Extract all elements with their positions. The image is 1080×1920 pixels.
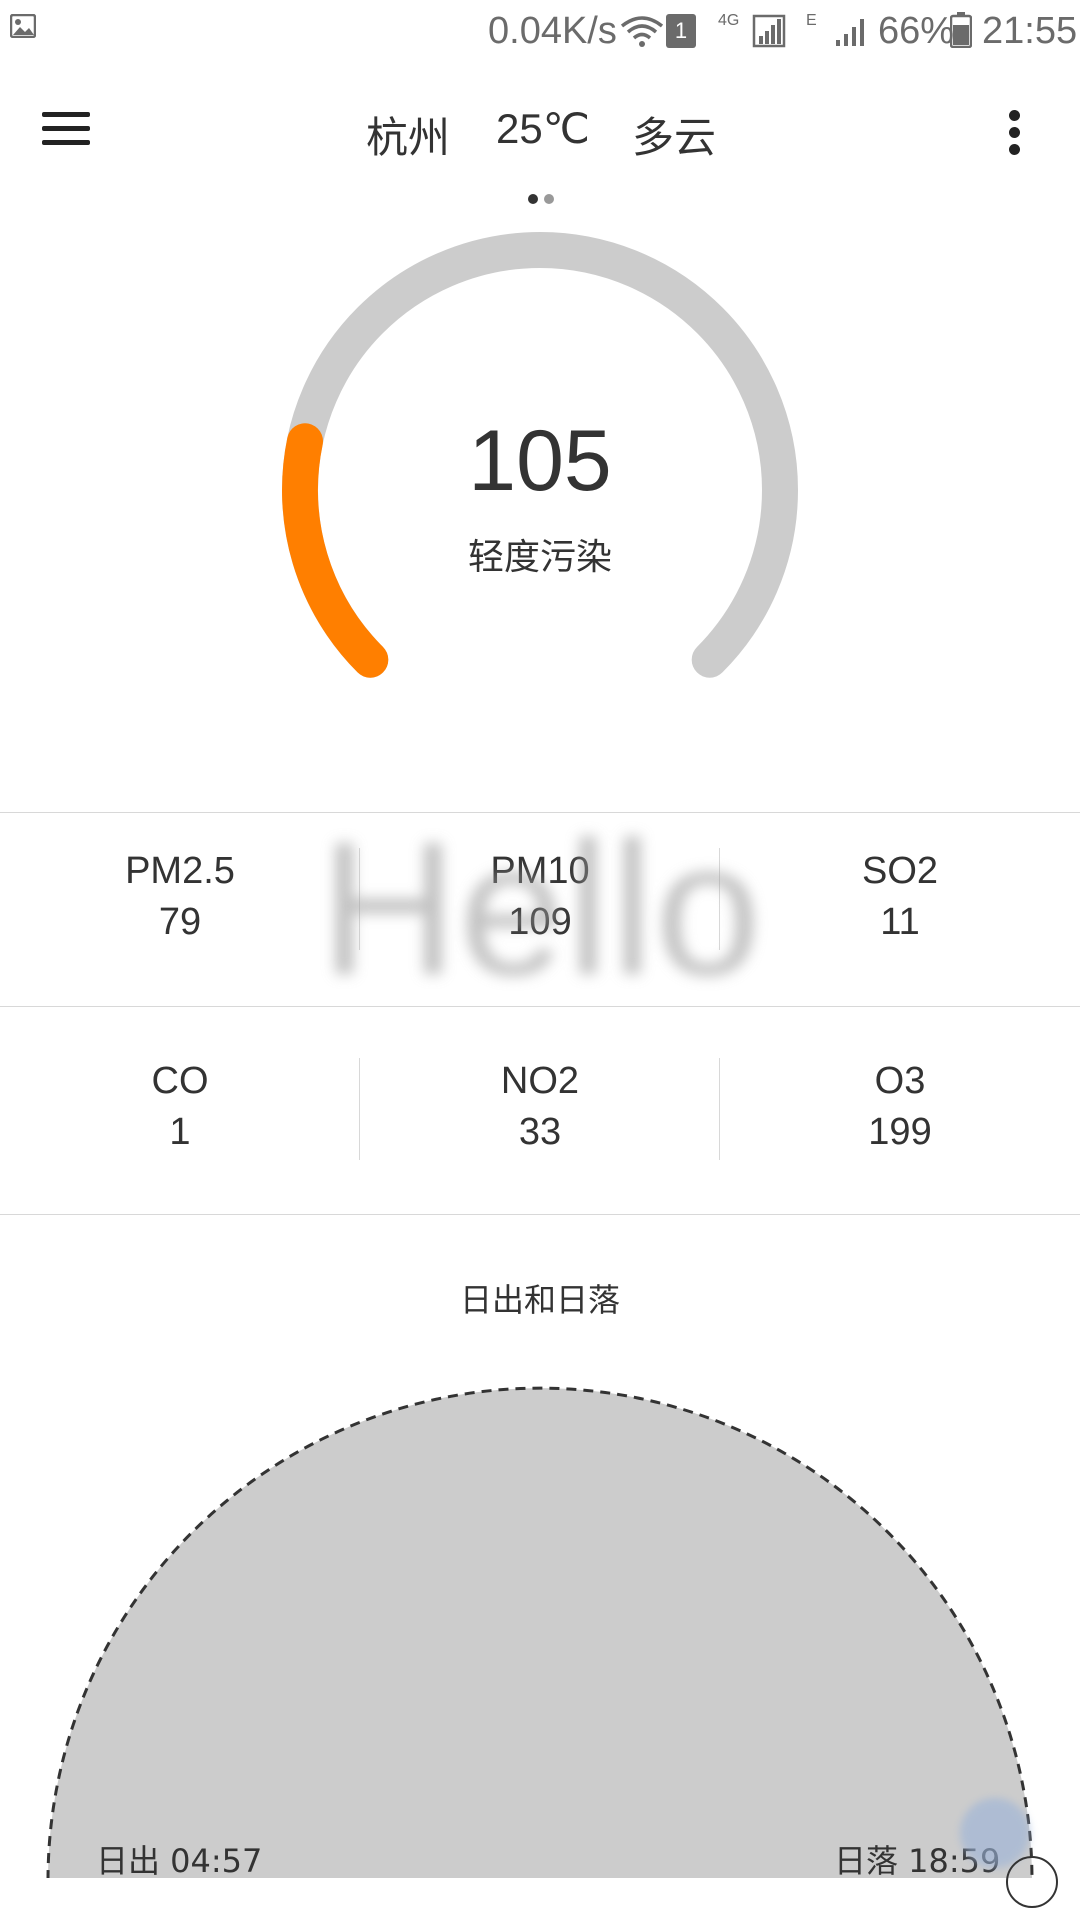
pollutant-name: NO2 <box>500 1060 580 1102</box>
pollutant-cell-so2: SO2 11 <box>720 850 1080 944</box>
bottom-strip <box>0 1878 1080 1920</box>
pollutant-cell-no2: NO2 33 <box>360 1060 720 1154</box>
info-icon[interactable] <box>1006 1856 1058 1908</box>
sunrise-label: 日出 04:57 <box>96 1842 263 1880</box>
pollutant-name: O3 <box>874 1060 926 1102</box>
pollutant-name: CO <box>151 1060 209 1102</box>
sun-arc <box>46 1386 1034 1880</box>
pollutant-value: 199 <box>868 1111 932 1153</box>
pollutant-value: 11 <box>880 901 920 943</box>
floating-action-button[interactable] <box>960 1798 1030 1868</box>
pollutant-value: 1 <box>169 1111 191 1153</box>
pollutant-value: 79 <box>158 901 202 943</box>
sun-arc-fill <box>48 1388 1032 1880</box>
pollutant-cell-pm25: PM2.5 79 <box>0 850 360 944</box>
pollutant-cell-o3: O3 199 <box>720 1060 1080 1154</box>
pollutant-cell-co: CO 1 <box>0 1060 360 1154</box>
pollutant-name: PM2.5 <box>125 850 235 892</box>
aqi-level: 轻度污染 <box>467 537 612 578</box>
hello-watermark: Hello <box>320 803 763 1015</box>
divider <box>0 1214 1080 1215</box>
aqi-gauge <box>282 231 798 678</box>
pollutant-name: SO2 <box>861 850 939 892</box>
sun-section-title: 日出和日落 <box>459 1281 620 1319</box>
pollutant-value: 33 <box>518 1111 562 1153</box>
aqi-value: 105 <box>468 413 612 509</box>
